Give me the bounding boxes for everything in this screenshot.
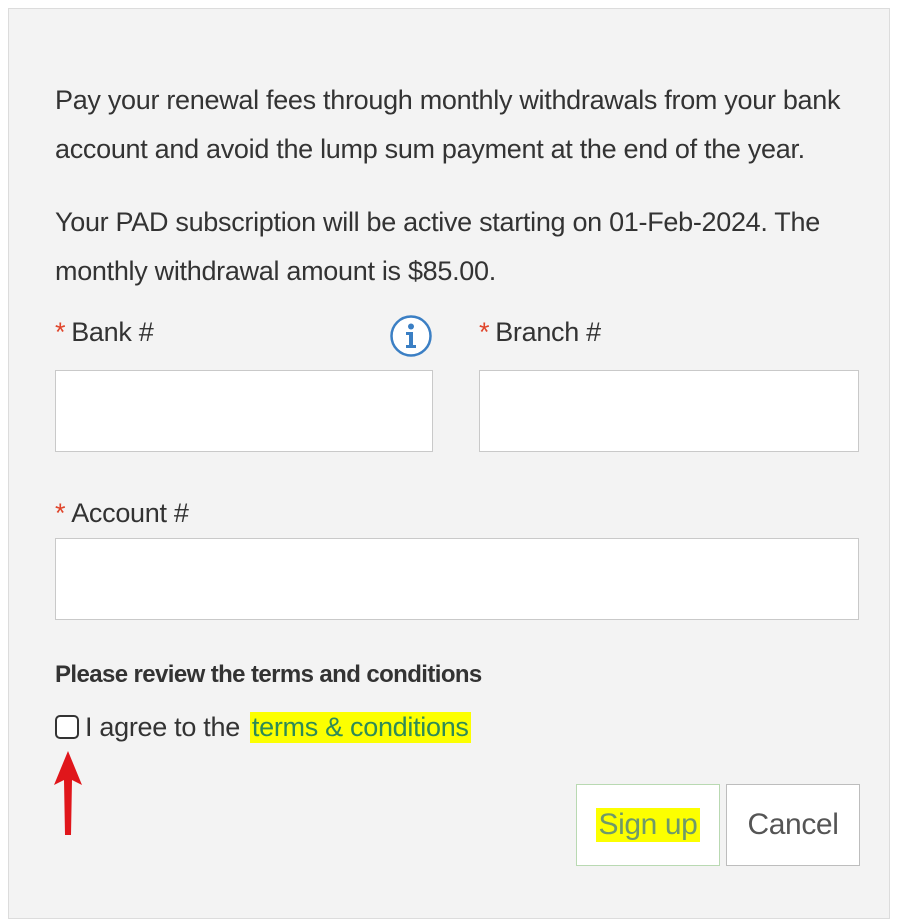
cancel-button[interactable]: Cancel bbox=[726, 784, 860, 866]
terms-review-heading: Please review the terms and conditions bbox=[55, 661, 482, 688]
red-up-arrow-icon bbox=[54, 751, 82, 835]
bank-label: * Bank # bbox=[55, 315, 154, 349]
bank-number-input[interactable] bbox=[55, 370, 433, 452]
terms-agree-row: I agree to the terms & conditions bbox=[55, 709, 471, 745]
terms-agree-checkbox[interactable] bbox=[55, 715, 79, 739]
pad-signup-panel: Pay your renewal fees through monthly wi… bbox=[8, 8, 890, 919]
required-marker: * bbox=[55, 498, 66, 528]
account-label-text: Account # bbox=[71, 498, 189, 528]
terms-agree-text: I agree to the bbox=[85, 711, 240, 742]
branch-label-text: Branch # bbox=[495, 317, 601, 347]
account-number-input[interactable] bbox=[55, 538, 859, 620]
terms-conditions-link[interactable]: terms & conditions bbox=[249, 711, 471, 743]
branch-number-input[interactable] bbox=[479, 370, 859, 452]
intro-paragraph-2: Your PAD subscription will be active sta… bbox=[55, 207, 820, 286]
bank-label-text: Bank # bbox=[71, 317, 154, 347]
info-icon[interactable] bbox=[389, 314, 433, 358]
required-marker: * bbox=[55, 317, 66, 347]
intro-paragraph-1: Pay your renewal fees through monthly wi… bbox=[55, 85, 841, 164]
sign-up-button-label: Sign up bbox=[595, 808, 701, 842]
account-label: * Account # bbox=[55, 496, 189, 530]
branch-label: * Branch # bbox=[479, 315, 601, 349]
required-marker: * bbox=[479, 317, 490, 347]
sign-up-button[interactable]: Sign up bbox=[576, 784, 720, 866]
